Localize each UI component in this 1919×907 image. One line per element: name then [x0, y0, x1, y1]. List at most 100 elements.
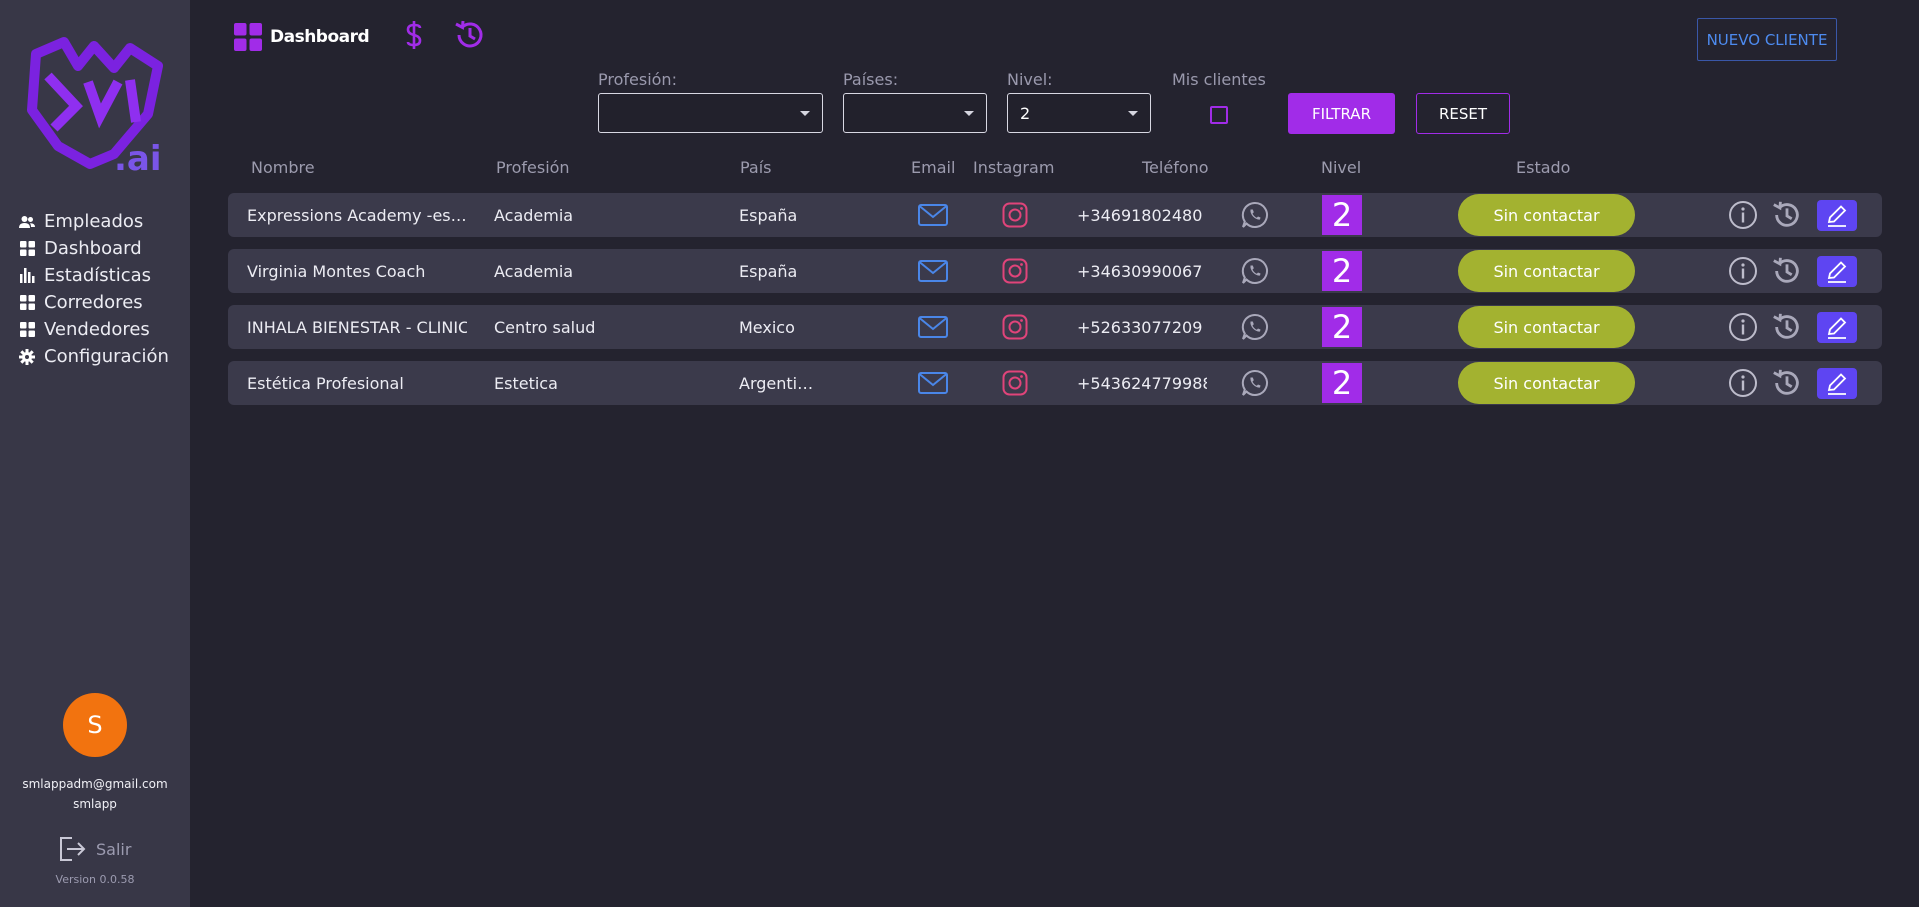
grid-icon [18, 294, 36, 312]
sidebar-item-estadisticas[interactable]: Estadísticas [18, 262, 169, 289]
profesion-label: Profesión: [598, 70, 677, 89]
sidebar-item-configuracion[interactable]: Configuración [18, 343, 169, 370]
history-icon[interactable] [1770, 249, 1804, 293]
nivel-badge: 2 [1322, 195, 1362, 235]
nivel-badge: 2 [1322, 251, 1362, 291]
logout-button[interactable]: Salir [58, 836, 131, 862]
cell-telefono: +34630990067 [1077, 261, 1203, 281]
sidebar-item-label: Vendedores [44, 319, 150, 340]
column-header-pais[interactable]: País [740, 158, 772, 177]
svg-text:.ai: .ai [114, 139, 162, 172]
sml-logo: .ai [27, 37, 163, 172]
history-icon[interactable] [1770, 193, 1804, 237]
sidebar-item-dashboard[interactable]: Dashboard [18, 235, 169, 262]
estado-button[interactable]: Sin contactar [1458, 306, 1635, 348]
edit-button[interactable] [1817, 256, 1857, 287]
chevron-down-icon [1128, 111, 1138, 116]
info-icon[interactable] [1727, 249, 1759, 293]
table-row[interactable]: Estética Profesional Estetica Argenti… +… [228, 361, 1882, 405]
estado-button[interactable]: Sin contactar [1458, 194, 1635, 236]
sidebar-nav: Empleados Dashboard Estadísticas Corredo… [18, 208, 169, 370]
cell-nombre: INHALA BIENESTAR - CLINIC… [247, 317, 467, 337]
sidebar-item-corredores[interactable]: Corredores [18, 289, 169, 316]
table-row[interactable]: Expressions Academy -es… Academia España… [228, 193, 1882, 237]
instagram-icon[interactable] [999, 249, 1031, 293]
pencil-icon [1827, 260, 1847, 283]
new-client-button[interactable]: NUEVO CLIENTE [1697, 18, 1837, 61]
column-header-nombre[interactable]: Nombre [251, 158, 315, 177]
chevron-down-icon [800, 111, 810, 116]
cell-profesion: Academia [494, 261, 574, 281]
info-icon[interactable] [1727, 361, 1759, 405]
pencil-icon [1827, 372, 1847, 395]
sidebar-item-label: Corredores [44, 292, 143, 313]
instagram-icon[interactable] [999, 361, 1031, 405]
whatsapp-icon[interactable] [1240, 305, 1270, 349]
paises-label: Países: [843, 70, 899, 89]
cell-pais: España [739, 261, 798, 281]
history-tab[interactable] [453, 18, 487, 56]
info-icon[interactable] [1727, 193, 1759, 237]
estado-button[interactable]: Sin contactar [1458, 362, 1635, 404]
nivel-label: Nivel: [1007, 70, 1053, 89]
column-header-email[interactable]: Email [911, 158, 955, 177]
column-header-profesion[interactable]: Profesión [496, 158, 570, 177]
whatsapp-icon[interactable] [1240, 361, 1270, 405]
table-row[interactable]: Virginia Montes Coach Academia España +3… [228, 249, 1882, 293]
column-header-instagram[interactable]: Instagram [973, 158, 1054, 177]
cell-nombre: Virginia Montes Coach [247, 261, 426, 281]
table-row[interactable]: INHALA BIENESTAR - CLINIC… Centro salud … [228, 305, 1882, 349]
version-label: Version 0.0.58 [55, 873, 135, 886]
reset-button[interactable]: RESET [1416, 93, 1510, 134]
history-icon[interactable] [1770, 361, 1804, 405]
top-nav: Dashboard [234, 18, 487, 56]
dollar-tab[interactable] [405, 20, 423, 54]
sidebar-item-label: Configuración [44, 346, 169, 367]
cell-profesion: Centro salud [494, 317, 596, 337]
grid-icon [234, 23, 262, 51]
grid-icon [18, 240, 36, 258]
pencil-icon [1827, 204, 1847, 227]
mis-clientes-checkbox[interactable] [1210, 106, 1228, 124]
nivel-select[interactable]: 2 [1007, 93, 1151, 133]
profesion-select[interactable] [598, 93, 823, 133]
email-icon[interactable] [917, 305, 949, 349]
user-name: smlapp [73, 797, 117, 811]
history-icon[interactable] [1770, 305, 1804, 349]
sidebar-item-vendedores[interactable]: Vendedores [18, 316, 169, 343]
paises-select[interactable] [843, 93, 987, 133]
estado-button[interactable]: Sin contactar [1458, 250, 1635, 292]
cell-nombre: Expressions Academy -es… [247, 205, 467, 225]
column-header-telefono[interactable]: Teléfono [1142, 158, 1209, 177]
email-icon[interactable] [917, 361, 949, 405]
instagram-icon[interactable] [999, 305, 1031, 349]
bar-chart-icon [18, 267, 36, 285]
column-header-nivel[interactable]: Nivel [1321, 158, 1361, 177]
nivel-badge: 2 [1322, 363, 1362, 403]
dashboard-tab-label: Dashboard [270, 27, 370, 47]
whatsapp-icon[interactable] [1240, 193, 1270, 237]
pencil-icon [1827, 316, 1847, 339]
dashboard-tab[interactable]: Dashboard [234, 23, 370, 51]
chevron-down-icon [964, 111, 974, 116]
avatar[interactable]: S [63, 693, 127, 757]
email-icon[interactable] [917, 249, 949, 293]
sidebar-item-label: Dashboard [44, 238, 142, 259]
sidebar-item-empleados[interactable]: Empleados [18, 208, 169, 235]
cell-nombre: Estética Profesional [247, 373, 404, 393]
filter-button[interactable]: FILTRAR [1288, 93, 1395, 134]
logout-label: Salir [96, 839, 132, 859]
whatsapp-icon[interactable] [1240, 249, 1270, 293]
edit-button[interactable] [1817, 200, 1857, 231]
edit-button[interactable] [1817, 368, 1857, 399]
edit-button[interactable] [1817, 312, 1857, 343]
column-header-estado[interactable]: Estado [1516, 158, 1570, 177]
info-icon[interactable] [1727, 305, 1759, 349]
sidebar: .ai Empleados Dashboard Estadísticas Cor… [0, 0, 190, 907]
email-icon[interactable] [917, 193, 949, 237]
instagram-icon[interactable] [999, 193, 1031, 237]
dollar-icon [406, 21, 422, 49]
cell-pais: Argenti… [739, 373, 814, 393]
cell-profesion: Academia [494, 205, 574, 225]
logout-icon [60, 837, 86, 861]
